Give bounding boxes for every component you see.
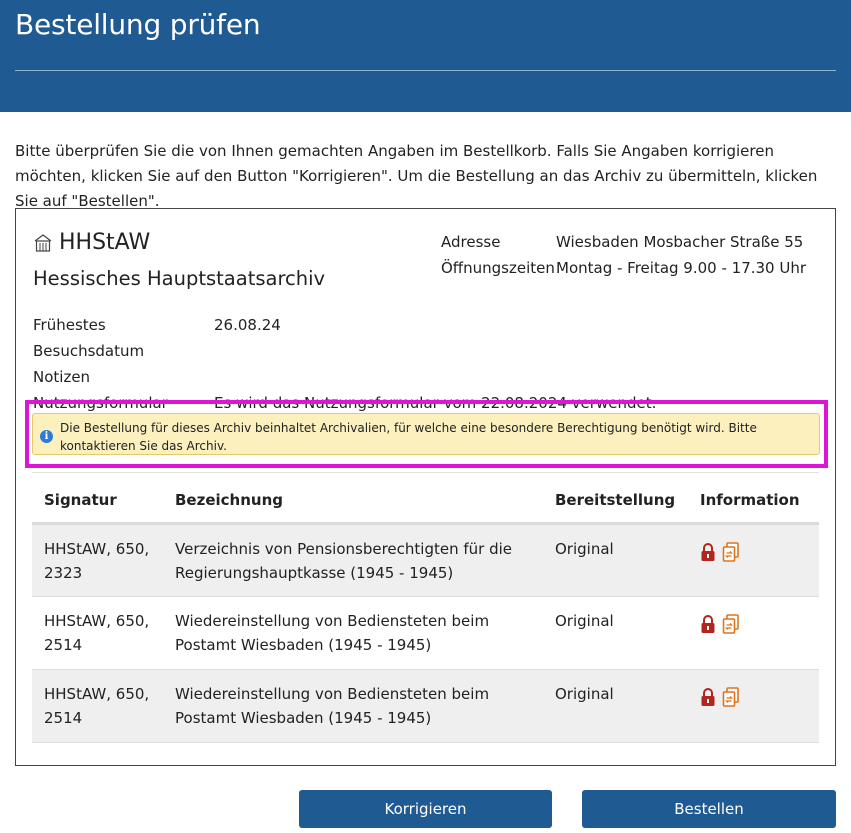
intro-text: Bitte überprüfen Sie die von Ihnen gemac… (15, 142, 818, 210)
cell-bezeichnung: Wiedereinstellung von Bediensteten beim … (163, 596, 543, 670)
document-copy-icon[interactable] (722, 541, 740, 569)
archive-contact: Adresse Wiesbaden Mosbacher Straße 55 Öf… (441, 229, 806, 281)
cell-information (688, 596, 819, 670)
permission-warning: i Die Bestellung für dieses Archiv beinh… (32, 413, 820, 455)
table-header-row: Signatur Bezeichnung Bereitstellung Info… (32, 479, 819, 525)
order-items-table: Signatur Bezeichnung Bereitstellung Info… (32, 479, 819, 743)
page-header: Bestellung prüfen (0, 0, 851, 112)
cell-bereitstellung: Original (543, 669, 688, 743)
hours-value: Montag - Freitag 9.00 - 17.30 Uhr (556, 259, 807, 277)
cell-signatur: HHStAW, 650, 2323 (32, 523, 163, 597)
notes-label: Notizen (33, 368, 91, 386)
table-row: HHStAW, 650, 2514 Wiedereinstellung von … (32, 596, 819, 670)
bestellen-button[interactable]: Bestellen (582, 790, 836, 828)
header-information: Information (688, 479, 819, 525)
cell-bereitstellung: Original (543, 596, 688, 670)
info-icon: i (40, 430, 53, 443)
document-copy-icon[interactable] (722, 686, 740, 714)
table-row: HHStAW, 650, 2514 Wiedereinstellung von … (32, 669, 819, 743)
header-bezeichnung: Bezeichnung (163, 479, 543, 525)
page-title: Bestellung prüfen (15, 8, 261, 41)
lock-icon[interactable] (700, 614, 716, 641)
cell-signatur: HHStAW, 650, 2514 (32, 596, 163, 670)
address-label: Adresse (441, 233, 501, 251)
archive-name: Hessisches Hauptstaatsarchiv (33, 267, 326, 290)
hours-label: Öffnungszeiten (441, 259, 555, 277)
building-icon (33, 233, 53, 253)
cell-information (688, 669, 819, 743)
lock-icon[interactable] (700, 687, 716, 714)
visit-date-label: Frühestes Besuchsdatum (33, 316, 145, 360)
header-bereitstellung: Bereitstellung (543, 479, 688, 525)
header-signatur: Signatur (32, 479, 163, 525)
korrigieren-button[interactable]: Korrigieren (299, 790, 552, 828)
lock-icon[interactable] (700, 542, 716, 569)
archive-order-card: HHStAW Hessisches Hauptstaatsarchiv Adre… (15, 208, 836, 766)
header-divider (15, 70, 836, 71)
cell-bezeichnung: Verzeichnis von Pensionsberechtigten für… (163, 523, 543, 597)
visit-date-value: 26.08.24 (214, 316, 281, 334)
cell-signatur: HHStAW, 650, 2514 (32, 669, 163, 743)
cell-bezeichnung: Wiedereinstellung von Bediensteten beim … (163, 669, 543, 743)
document-copy-icon[interactable] (722, 613, 740, 641)
archive-code-label: HHStAW (59, 230, 151, 255)
warning-text: Die Bestellung für dieses Archiv beinhal… (60, 421, 757, 453)
cell-information (688, 523, 819, 597)
section-divider (32, 472, 819, 473)
table-row: HHStAW, 650, 2323 Verzeichnis von Pensio… (32, 523, 819, 597)
archive-code: HHStAW (33, 230, 150, 255)
cell-bereitstellung: Original (543, 523, 688, 597)
address-value: Wiesbaden Mosbacher Straße 55 (556, 233, 804, 251)
